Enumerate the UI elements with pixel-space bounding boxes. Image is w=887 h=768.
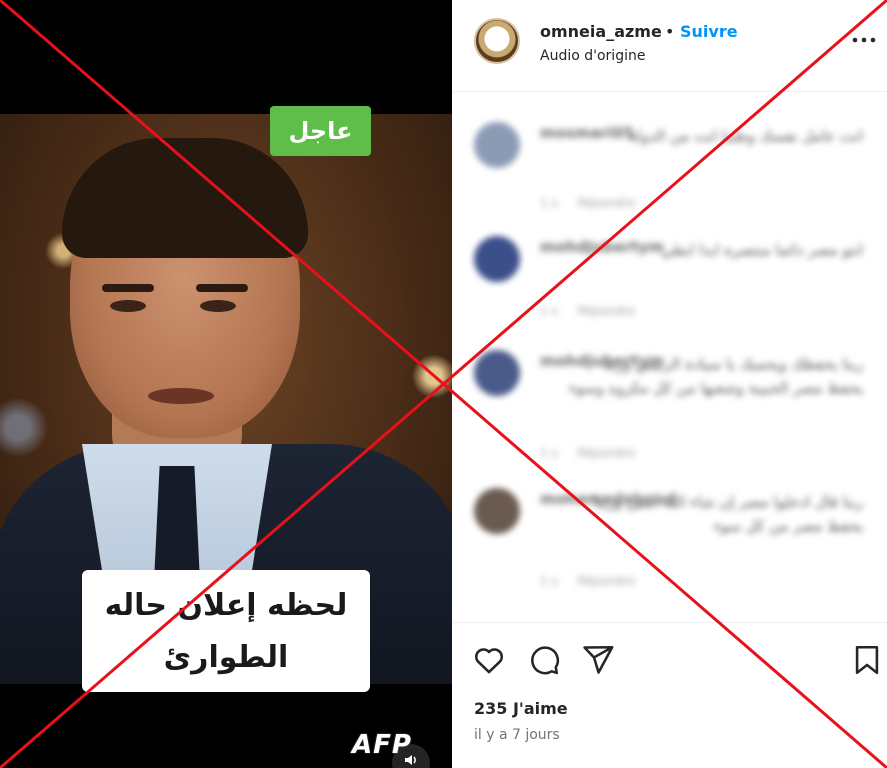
comment-meta: 1 s Répondre bbox=[540, 574, 651, 588]
comment-meta: 1 s Répondre bbox=[540, 446, 651, 460]
person-brow-right bbox=[196, 284, 248, 292]
follow-button[interactable]: Suivre bbox=[680, 22, 738, 41]
video-caption: لحظه إعلان حاله الطوارئ bbox=[82, 570, 370, 692]
comment-time: 1 s bbox=[540, 196, 558, 210]
separator-dot: • bbox=[665, 22, 675, 41]
afp-watermark: AFP bbox=[352, 730, 412, 760]
comment-meta: 1 s Répondre bbox=[540, 304, 651, 318]
video-player[interactable]: عاجل لحظه إعلان حاله الطوارئ bbox=[0, 0, 452, 768]
post-actions: 235 J'aime il y a 7 jours bbox=[452, 622, 887, 768]
comment-text: انت عامل نفسك وطنيا انت من الدولة bbox=[628, 127, 863, 145]
heart-icon[interactable] bbox=[472, 643, 506, 677]
comment-avatar[interactable] bbox=[474, 122, 520, 168]
reply-button[interactable]: Répondre bbox=[578, 196, 635, 210]
comment-time: 1 s bbox=[540, 574, 558, 588]
audio-label[interactable]: Audio d'origine bbox=[540, 48, 645, 64]
more-icon[interactable] bbox=[850, 30, 878, 50]
author-avatar[interactable] bbox=[474, 18, 520, 64]
post-panel: omneia_azme • Suivre Audio d'origine mos… bbox=[452, 0, 887, 768]
reply-button[interactable]: Répondre bbox=[578, 574, 635, 588]
person-eye-right bbox=[200, 300, 236, 312]
comment-avatar[interactable] bbox=[474, 488, 520, 534]
comments-list: mosmari05 انت عامل نفسك وطنيا انت من الد… bbox=[452, 110, 887, 610]
likes-count[interactable]: 235 J'aime bbox=[474, 699, 568, 718]
comment-time: 1 s bbox=[540, 304, 558, 318]
reply-button[interactable]: Répondre bbox=[578, 446, 635, 460]
person-brow-left bbox=[102, 284, 154, 292]
author-username[interactable]: omneia_azme bbox=[540, 22, 662, 41]
comment-avatar[interactable] bbox=[474, 350, 520, 396]
comment-text: ربنا يحفظك ويحميك يا سيادة الرئيس وربنا … bbox=[569, 355, 863, 397]
comment-time: 1 s bbox=[540, 446, 558, 460]
comment-icon[interactable] bbox=[527, 643, 561, 677]
comment-text: انتو مصر دائما منتصرة ابدا ابطي bbox=[661, 241, 863, 259]
share-icon[interactable] bbox=[581, 643, 615, 677]
post-header: omneia_azme • Suivre Audio d'origine bbox=[452, 0, 887, 92]
caption-line-2: الطوارئ bbox=[163, 640, 289, 675]
breaking-badge: عاجل bbox=[270, 106, 371, 156]
person-mouth bbox=[148, 388, 214, 404]
comment-meta: 1 s Répondre bbox=[540, 196, 651, 210]
reply-button[interactable]: Répondre bbox=[578, 304, 635, 318]
caption-line-1: لحظه إعلان حاله bbox=[104, 588, 348, 623]
bookmark-icon[interactable] bbox=[850, 643, 884, 677]
comment-avatar[interactable] bbox=[474, 236, 520, 282]
person-eye-left bbox=[110, 300, 146, 312]
post-time: il y a 7 jours bbox=[474, 727, 560, 743]
person-hair bbox=[62, 138, 308, 258]
comment-text: ربنا قال ادخلوا مصر إن شاء الله آمنين ور… bbox=[593, 493, 863, 535]
